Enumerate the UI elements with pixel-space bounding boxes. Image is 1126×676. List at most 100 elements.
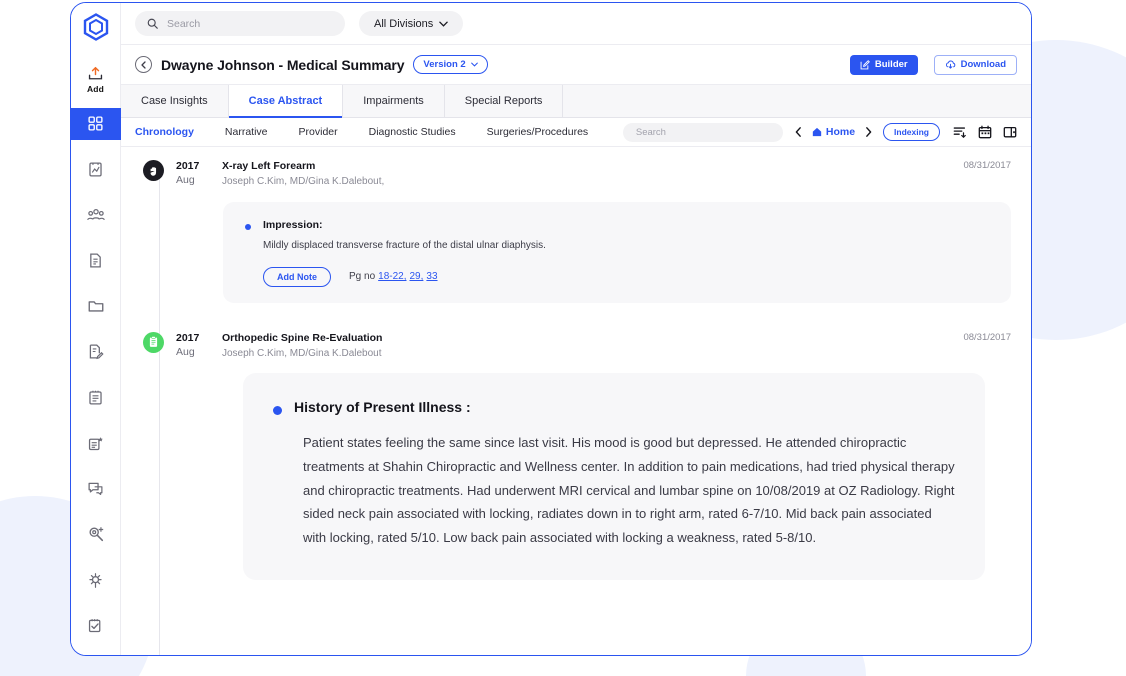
- chevron-left-icon[interactable]: [795, 127, 802, 137]
- subtab-surgeries-procedures[interactable]: Surgeries/Procedures: [487, 126, 589, 138]
- entry-full-date: 08/31/2017: [963, 160, 1011, 171]
- bullet-dot-icon: [245, 223, 251, 230]
- page-title: Dwayne Johnson - Medical Summary: [161, 56, 405, 73]
- secondary-nav: Chronology Narrative Provider Diagnostic…: [121, 118, 1031, 147]
- page-link[interactable]: 33: [426, 271, 437, 282]
- clipboard-star-icon: [88, 436, 103, 450]
- panel-layout-icon[interactable]: [1003, 125, 1017, 139]
- global-search-input[interactable]: Search: [135, 11, 345, 36]
- sidebar-item-clipboard-list[interactable]: [71, 381, 121, 414]
- clipboard-check-icon: [88, 619, 101, 633]
- tab-case-abstract[interactable]: Case Abstract: [228, 85, 344, 118]
- section-heading-row: History of Present Illness :: [273, 399, 955, 416]
- section-label: Impression:: [263, 218, 323, 231]
- document-icon: [90, 253, 101, 268]
- sidebar-item-people[interactable]: [71, 199, 121, 232]
- entry-header: 2017 Aug Orthopedic Spine Re-Evaluation …: [143, 319, 1011, 362]
- medical-icon: [89, 572, 102, 588]
- entry-title[interactable]: Orthopedic Spine Re-Evaluation: [222, 331, 963, 345]
- sidebar-item-clipboard-star[interactable]: [71, 427, 121, 460]
- entry-detail-card: Impression: Mildly displaced transverse …: [223, 201, 1011, 303]
- sidebar-add-button[interactable]: Add: [87, 66, 104, 94]
- bullet-dot-icon: [273, 406, 282, 416]
- download-label: Download: [960, 59, 1006, 70]
- entry-main: X-ray Left Forearm Joseph C.Kim, MD/Gina…: [222, 159, 963, 190]
- tab-label: Case Insights: [141, 95, 208, 107]
- entry-providers: Joseph C.Kim, MD/Gina K.Dalebout,: [222, 176, 385, 188]
- download-button[interactable]: Download: [933, 54, 1017, 75]
- tabs-filler: [563, 85, 1031, 117]
- subtab-provider[interactable]: Provider: [299, 126, 338, 138]
- section-text: Mildly displaced transverse fracture of …: [263, 239, 546, 251]
- subtab-chronology[interactable]: Chronology: [135, 126, 194, 138]
- builder-button[interactable]: Builder: [849, 54, 918, 75]
- sort-descending-icon[interactable]: [953, 125, 967, 139]
- chevron-down-icon: [470, 62, 478, 67]
- breadcrumb: Home: [795, 126, 872, 138]
- page-link[interactable]: 29,: [410, 271, 424, 282]
- sidebar-item-chat[interactable]: [71, 472, 121, 505]
- chevron-down-icon: [439, 21, 449, 27]
- entry-icon-badge: [143, 331, 164, 353]
- entry-title[interactable]: X-ray Left Forearm: [222, 159, 963, 173]
- top-bar: Search All Divisions: [121, 3, 1031, 45]
- entry-providers: Joseph C.Kim, MD/Gina K.Dalebout: [222, 347, 382, 359]
- sidebar-item-edit-document[interactable]: [71, 336, 121, 369]
- timeline-entry: 2017 Aug Orthopedic Spine Re-Evaluation …: [121, 319, 1031, 580]
- case-title-bar: Dwayne Johnson - Medical Summary Version…: [121, 45, 1031, 85]
- sidebar-item-analytics[interactable]: [71, 153, 121, 186]
- back-button[interactable]: [135, 56, 152, 73]
- chevron-right-icon[interactable]: [865, 127, 872, 137]
- entry-month: Aug: [176, 345, 195, 358]
- app-window: Add Search All Divisions Dwayne Johnson …: [70, 2, 1032, 656]
- divisions-dropdown[interactable]: All Divisions: [359, 11, 464, 36]
- tab-label: Special Reports: [464, 95, 543, 107]
- entry-icon-badge: [143, 160, 164, 181]
- entry-full-date: 08/31/2017: [963, 331, 1011, 343]
- builder-edit-icon: [860, 59, 870, 69]
- tab-case-insights[interactable]: Case Insights: [121, 85, 229, 117]
- hand-bone-icon: [150, 166, 156, 176]
- tab-special-reports[interactable]: Special Reports: [445, 85, 564, 117]
- section-text: Patient states feeling the same since la…: [303, 435, 955, 545]
- entry-detail-card: History of Present Illness : Patient sta…: [243, 373, 985, 580]
- sidebar-item-documents[interactable]: [71, 244, 121, 277]
- version-dropdown[interactable]: Version 2: [413, 55, 488, 74]
- entry-date-block: 2017 Aug: [176, 159, 222, 187]
- add-note-button[interactable]: Add Note: [263, 266, 331, 287]
- sidebar-item-dashboard[interactable]: [71, 107, 121, 141]
- nav-icon-group: [953, 125, 1017, 139]
- chronology-search-placeholder: Search: [635, 126, 666, 138]
- entry-header: 2017 Aug X-ray Left Forearm Joseph C.Kim…: [143, 147, 1011, 190]
- subtab-narrative[interactable]: Narrative: [225, 126, 268, 138]
- scales-justice-icon: [88, 527, 103, 542]
- entry-year: 2017: [176, 331, 200, 344]
- timeline-entry: 2017 Aug X-ray Left Forearm Joseph C.Kim…: [121, 147, 1031, 303]
- edit-document-icon: [89, 344, 104, 360]
- section-heading-row: Impression:: [245, 219, 989, 231]
- add-note-label: Add Note: [277, 271, 317, 282]
- page-numbers: Pg no 18-22, 29, 33: [349, 271, 438, 282]
- entry-month: Aug: [176, 174, 195, 187]
- version-label: Version 2: [423, 59, 466, 70]
- breadcrumb-home[interactable]: Home: [812, 126, 855, 138]
- sidebar-item-clipboard-check[interactable]: [71, 609, 121, 642]
- indexing-button[interactable]: Indexing: [883, 123, 940, 141]
- calendar-icon[interactable]: [978, 125, 992, 139]
- subtab-diagnostic-studies[interactable]: Diagnostic Studies: [369, 126, 456, 138]
- breadcrumb-home-label: Home: [825, 126, 856, 138]
- analytics-report-icon: [89, 162, 102, 177]
- chronology-search-input[interactable]: Search: [622, 122, 783, 142]
- people-group-icon: [86, 209, 105, 221]
- folder-icon: [88, 301, 103, 312]
- app-logo[interactable]: [80, 11, 112, 44]
- main-area: Search All Divisions Dwayne Johnson - Me…: [121, 3, 1031, 655]
- sidebar-item-legal[interactable]: [71, 518, 121, 551]
- sidebar-item-folder[interactable]: [71, 290, 121, 323]
- sidebar-item-medical[interactable]: [71, 564, 121, 597]
- tab-impairments[interactable]: Impairments: [343, 85, 445, 117]
- home-icon: [812, 127, 822, 137]
- sidebar-add-label: Add: [86, 83, 105, 94]
- page-link[interactable]: 18-22,: [378, 271, 406, 282]
- chevron-left-icon: [141, 60, 146, 69]
